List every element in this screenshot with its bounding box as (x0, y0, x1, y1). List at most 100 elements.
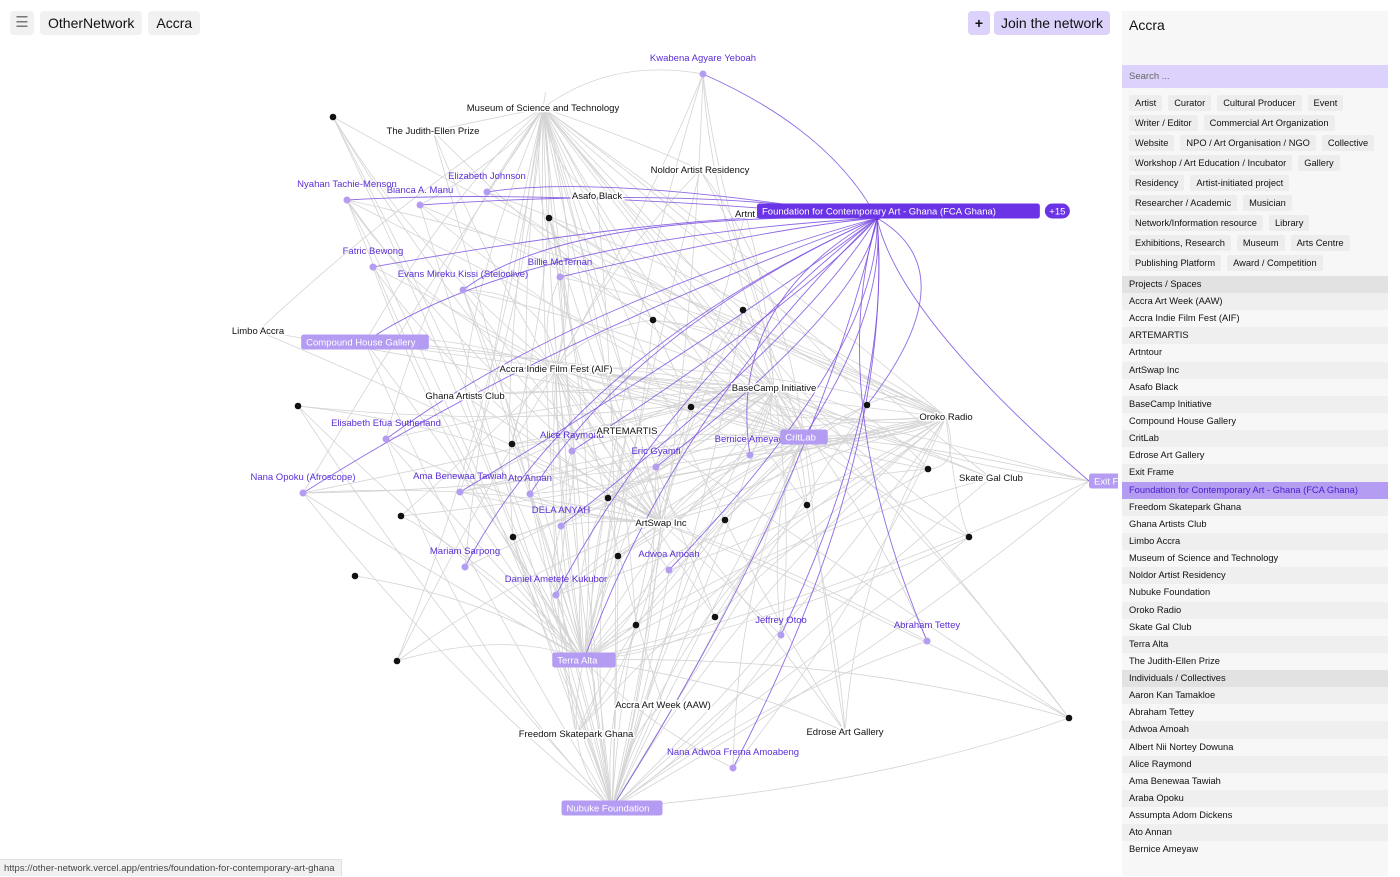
graph-node-dot[interactable] (508, 440, 516, 448)
graph-node-dot[interactable] (1065, 714, 1073, 722)
place-node[interactable]: Museum of Science and Technology (465, 102, 621, 116)
person-node[interactable]: Nana Opoku (Afroscope) (250, 472, 356, 497)
tag-npo-art-organisation-ngo[interactable]: NPO / Art Organisation / NGO (1180, 135, 1316, 151)
graph-node-dot[interactable] (924, 465, 932, 473)
list-item[interactable]: ArtSwap Inc (1122, 361, 1388, 379)
list-item[interactable]: Limbo Accra (1122, 532, 1388, 551)
place-node[interactable]: Accra Art Week (AAW) (614, 699, 713, 713)
tag-commercial-art-organization[interactable]: Commercial Art Organization (1203, 115, 1335, 131)
list-item[interactable]: Alice Raymond (1122, 755, 1388, 773)
tag-publishing-platform[interactable]: Publishing Platform (1129, 255, 1222, 271)
tag-researcher-academic[interactable]: Researcher / Academic (1129, 195, 1238, 211)
list-item[interactable]: Foundation for Contemporary Art - Ghana … (1122, 481, 1388, 499)
list-item[interactable]: Asafo Black (1122, 379, 1388, 396)
place-node[interactable]: Skate Gal Club (958, 472, 1025, 486)
list-item[interactable]: Noldor Artist Residency (1122, 567, 1388, 585)
place-node[interactable]: Limbo Accra (230, 325, 286, 339)
list-item[interactable]: Museum of Science and Technology (1122, 550, 1388, 567)
list-item[interactable]: Terra Alta (1122, 635, 1388, 653)
graph-node-dot[interactable] (687, 403, 695, 411)
graph-node-dot[interactable] (393, 657, 401, 665)
tag-curator[interactable]: Curator (1168, 95, 1212, 111)
graph-node-dot[interactable] (397, 512, 405, 520)
list-item[interactable]: Nubuke Foundation (1122, 584, 1388, 601)
tag-gallery[interactable]: Gallery (1298, 155, 1340, 171)
highlighted-node[interactable]: Exit Fra (1089, 473, 1118, 489)
place-node[interactable]: Asafo Black (570, 190, 623, 204)
list-item[interactable]: Assumpta Adom Dickens (1122, 807, 1388, 824)
person-node[interactable]: Elisabeth Efua Sutherland (331, 418, 441, 443)
list-item[interactable]: ARTEMARTIS (1122, 327, 1388, 345)
selected-node[interactable]: Foundation for Contemporary Art - Ghana … (757, 203, 1040, 219)
graph-node-dot[interactable] (329, 113, 337, 121)
tag-museum[interactable]: Museum (1236, 235, 1285, 251)
tag-artist[interactable]: Artist (1129, 95, 1163, 111)
highlighted-node[interactable]: Terra Alta (552, 652, 616, 668)
tag-writer-editor[interactable]: Writer / Editor (1129, 115, 1198, 131)
highlighted-node[interactable]: Nubuke Foundation (561, 800, 663, 816)
network-graph[interactable]: Kwabena Agyare Yeboah Nyahan Tachie-Menso… (0, 0, 1118, 876)
tag-workshop-art-education-incubator[interactable]: Workshop / Art Education / Incubator (1129, 155, 1293, 171)
graph-node-dot[interactable] (509, 533, 517, 541)
place-node[interactable]: ARTEMARTIS (595, 425, 659, 439)
tag-exhibitions-research[interactable]: Exhibitions, Research (1129, 235, 1231, 251)
list-item[interactable]: Ato Annan (1122, 824, 1388, 842)
graph-node-dot[interactable] (965, 533, 973, 541)
graph-node-dot[interactable] (614, 552, 622, 560)
place-node[interactable]: Ghana Artists Club (424, 390, 506, 404)
list-item[interactable]: Adwoa Amoah (1122, 721, 1388, 739)
place-node[interactable]: Artnt (733, 208, 756, 222)
graph-node-dot[interactable] (711, 613, 719, 621)
tag-event[interactable]: Event (1307, 95, 1344, 111)
list-item[interactable]: Ama Benewaa Tawiah (1122, 773, 1388, 790)
tag-award-competition[interactable]: Award / Competition (1227, 255, 1323, 271)
list-item[interactable]: Accra Indie Film Fest (AIF) (1122, 310, 1388, 327)
tag-network-information-resource[interactable]: Network/Information resource (1129, 215, 1263, 231)
place-node[interactable]: Noldor Artist Residency (649, 164, 751, 178)
list-item[interactable]: Ghana Artists Club (1122, 516, 1388, 533)
list-item[interactable]: Abraham Tettey (1122, 704, 1388, 721)
list-item[interactable]: BaseCamp Initiative (1122, 395, 1388, 413)
graph-node-dot[interactable] (545, 214, 553, 222)
tag-website[interactable]: Website (1129, 135, 1175, 151)
list-item[interactable]: Exit Frame (1122, 464, 1388, 482)
list-item[interactable]: Artntour (1122, 344, 1388, 361)
list-item[interactable]: Araba Opoku (1122, 789, 1388, 808)
person-node[interactable]: Nyahan Tachie-Menson (297, 179, 397, 204)
graph-node-dot[interactable] (721, 516, 729, 524)
list-item[interactable]: Albert Nii Nortey Dowuna (1122, 739, 1388, 756)
graph-node-dot[interactable] (632, 621, 640, 629)
graph-node-dot[interactable] (604, 494, 612, 502)
city-button[interactable]: Accra (148, 11, 201, 35)
list-item[interactable]: Accra Art Week (AAW) (1122, 293, 1388, 311)
graph-node-dot[interactable] (351, 572, 359, 580)
list-item[interactable]: Edrose Art Gallery (1122, 447, 1388, 464)
more-connections-badge[interactable]: +15 (1044, 203, 1070, 219)
list-item[interactable]: Oroko Radio (1122, 601, 1388, 619)
graph-node-dot[interactable] (739, 306, 747, 314)
tag-collective[interactable]: Collective (1321, 135, 1375, 151)
app-name-button[interactable]: OtherNetwork (40, 11, 143, 35)
tag-musician[interactable]: Musician (1243, 195, 1292, 211)
list-item[interactable]: Bernice Ameyaw (1122, 841, 1388, 858)
list-item[interactable]: The Judith-Ellen Prize (1122, 653, 1388, 670)
place-node[interactable]: Oroko Radio (918, 411, 974, 425)
graph-node-dot[interactable] (863, 401, 871, 409)
person-node[interactable]: Kwabena Agyare Yeboah (650, 53, 756, 78)
list-item[interactable]: Freedom Skatepark Ghana (1122, 498, 1388, 516)
tag-arts-centre[interactable]: Arts Centre (1290, 235, 1350, 251)
highlighted-node[interactable]: CritLab (780, 429, 828, 445)
place-node[interactable]: Freedom Skatepark Ghana (517, 728, 635, 742)
list-item[interactable]: Aaron Kan Tamakloe (1122, 687, 1388, 705)
tag-cultural-producer[interactable]: Cultural Producer (1217, 95, 1302, 111)
join-network-button[interactable]: Join the network (994, 11, 1110, 35)
list-item[interactable]: CritLab (1122, 430, 1388, 448)
list-item[interactable]: Compound House Gallery (1122, 413, 1388, 430)
place-node[interactable]: Edrose Art Gallery (805, 726, 885, 740)
person-node[interactable]: Ato Annan (508, 473, 552, 498)
person-node[interactable]: Abraham Tettey (894, 620, 961, 645)
tag-library[interactable]: Library (1268, 215, 1310, 231)
graph-node-dot[interactable] (803, 501, 811, 509)
search-input[interactable] (1122, 65, 1388, 88)
place-node[interactable]: BaseCamp Initiative (730, 382, 817, 396)
